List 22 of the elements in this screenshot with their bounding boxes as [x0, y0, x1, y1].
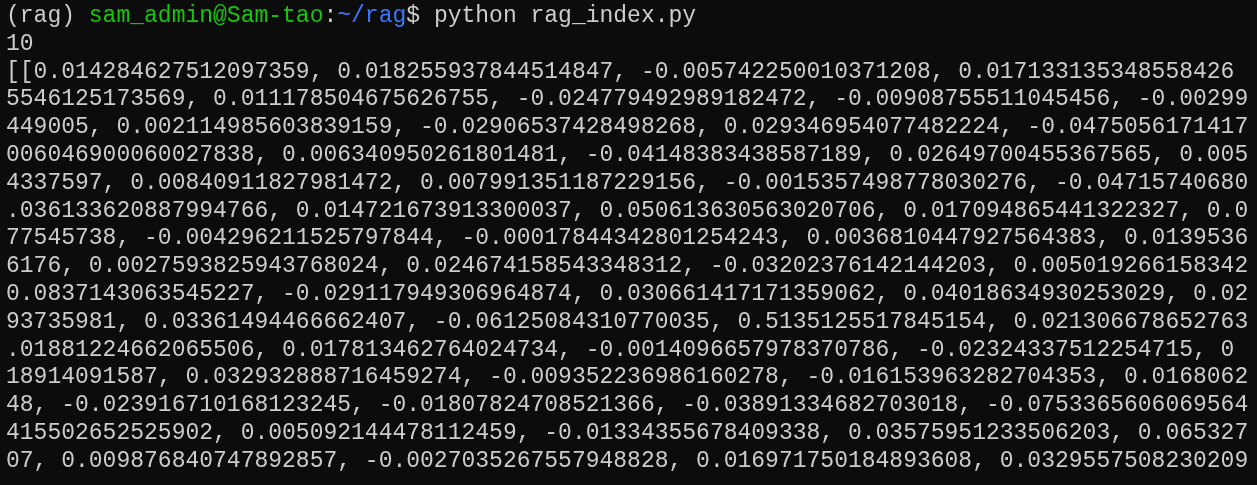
prompt-user-host: sam_admin@Sam-tao — [88, 3, 324, 31]
command-text: python rag_index.py — [433, 3, 697, 31]
output-line: 4337597, 0.00840911827981472, 0.007991351187229156, -0.0015357498778030276, -0.04715740680 — [6, 169, 1249, 198]
output-line: .036133620887994766, 0.014721673913300037, 0.050613630563020706, 0.017094865441322327, 0.0 — [6, 197, 1249, 226]
output-line: 77545738, -0.004296211525797844, -0.00017844342801254243, 0.0036810447927564383, 0.0139536 — [6, 225, 1249, 254]
output-line: 415502652525902, 0.005092144478112459, -0.01334355678409338, 0.03575951233506203, 0.065327 — [6, 419, 1249, 448]
output-line: [[0.014284627512097359, 0.018255937844514847, -0.005742250010371208, 0.017133135348558426 — [6, 58, 1235, 87]
output-line: 6176, 0.0027593825943768024, 0.024674158543348312, -0.03202376142144203, 0.005019266158342 — [6, 253, 1249, 281]
output-line: 006046900060027838, 0.006340950261801481, -0.04148383438587189, 0.02649700455367565, 0.005 — [6, 142, 1249, 170]
output-line: 5546125173569, 0.011178504675626755, -0.024779492989182472, -0.00908755511045456, -0.00299 — [6, 86, 1249, 115]
output-line: 10 — [6, 30, 34, 59]
prompt-separator: : — [323, 3, 338, 31]
output-line: 07, 0.009876840747892857, -0.0027035267557948828, 0.016971750184893608, 0.0329557508230209 — [6, 447, 1249, 476]
prompt-env: (rag) — [6, 3, 75, 31]
output-line: 48, -0.023916710168123245, -0.01807824708521366, -0.03891334682703018, -0.0753365606069564 — [6, 392, 1249, 420]
output-line: 449005, 0.002114985603839159, -0.02906537428498268, 0.029346954077482224, -0.0475056171417 — [6, 114, 1249, 142]
output-line: 0.0837143063545227, -0.029117949306964874, 0.030661417171359062, 0.04018634930253029, 0.02 — [6, 280, 1249, 309]
prompt-path: ~/rag — [337, 3, 407, 31]
output-line: 93735981, 0.03361494466662407, -0.06125084310770035, 0.5135125517845154, 0.021306678652763 — [6, 308, 1249, 337]
output-line: .01881224662065506, 0.017813462764024734, -0.0014096657978370786, -0.02324337512254715, 0 — [6, 336, 1235, 365]
prompt-symbol: $ — [406, 3, 421, 31]
output-line: 18914091587, 0.032932888716459274, -0.009352236986160278, -0.016153963282704353, 0.0168062 — [6, 364, 1249, 393]
